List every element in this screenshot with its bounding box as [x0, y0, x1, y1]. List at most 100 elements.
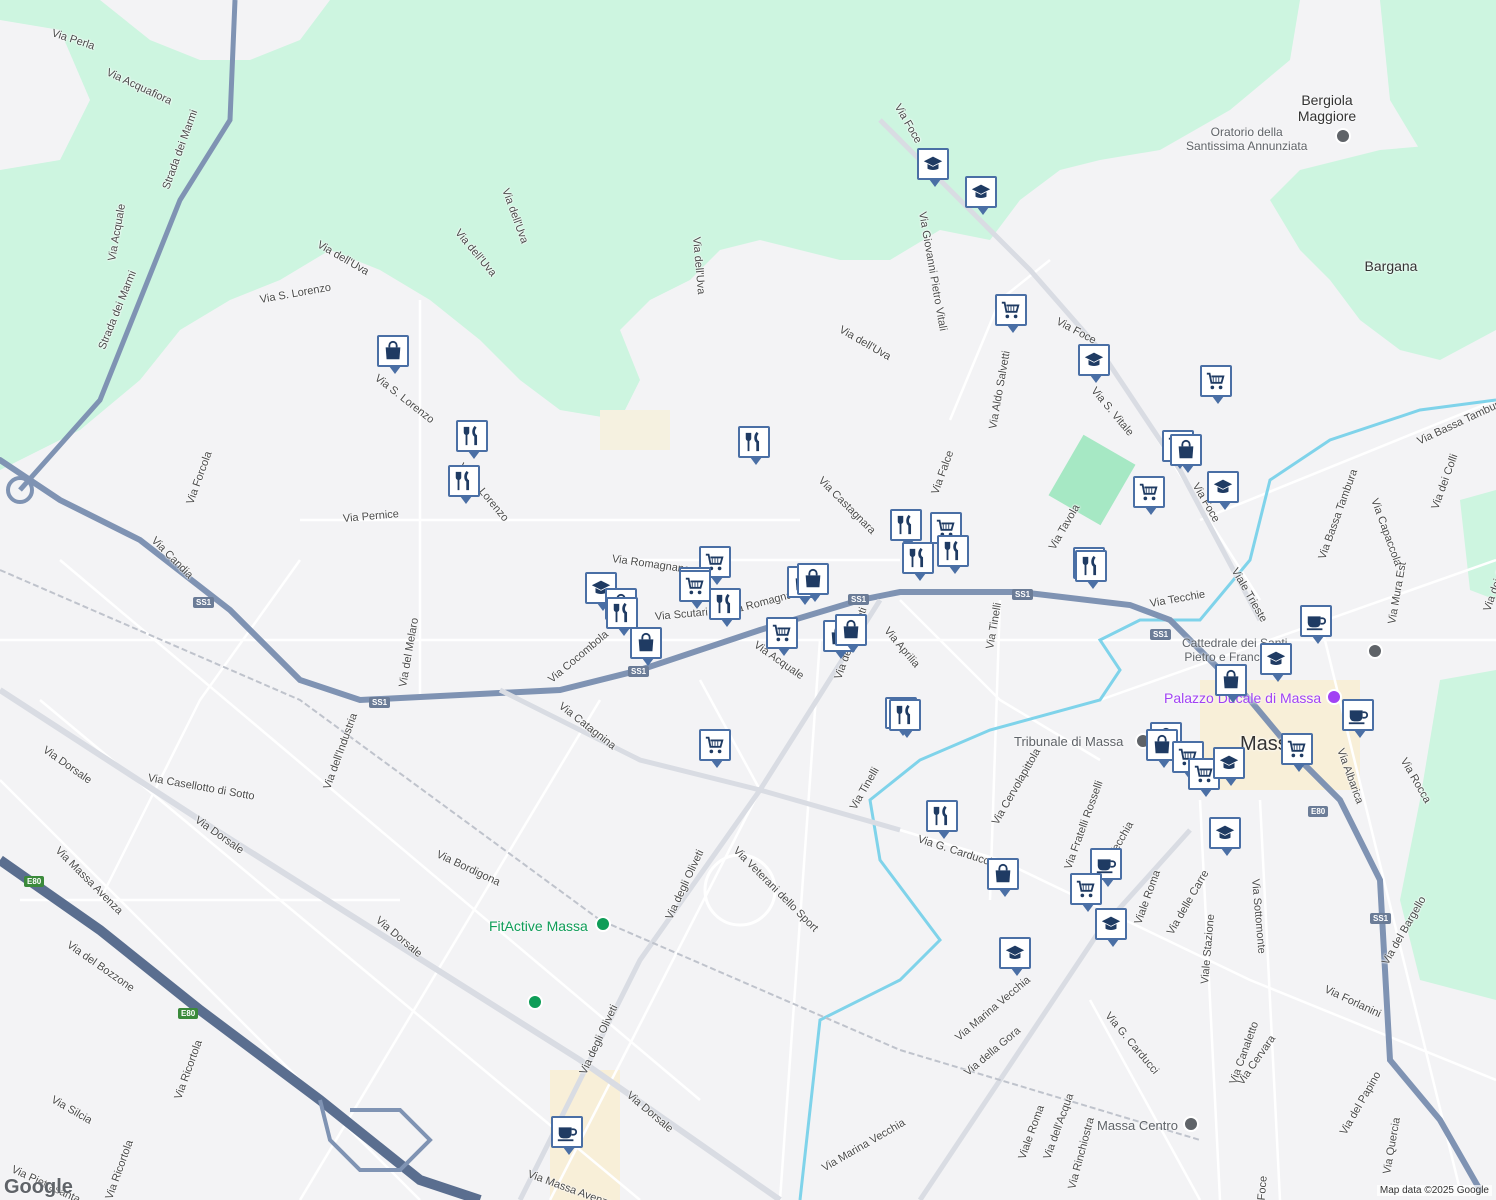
road-shield: SS1	[1370, 913, 1392, 924]
map-marker[interactable]	[987, 858, 1019, 897]
map-marker[interactable]	[766, 617, 798, 656]
place-label: Bargana	[1364, 258, 1418, 274]
school-icon	[922, 153, 944, 175]
map-marker[interactable]	[926, 800, 958, 839]
cafe-icon	[1347, 704, 1369, 726]
cafe-icon	[556, 1121, 578, 1143]
map-marker[interactable]	[1207, 471, 1239, 510]
cart-icon	[1205, 370, 1227, 392]
cart-icon	[1286, 738, 1308, 760]
poi-dot[interactable]	[1183, 1116, 1199, 1132]
map-marker[interactable]	[630, 627, 662, 666]
restaurant-icon	[461, 425, 483, 447]
school-icon	[1004, 942, 1026, 964]
road-shield: E80	[178, 1008, 199, 1019]
restaurant-icon	[611, 602, 633, 624]
map-marker[interactable]	[797, 563, 829, 602]
poi-label[interactable]: Massa Centro	[1097, 1118, 1178, 1133]
map-canvas[interactable]: Via Perla Via Acquafiora Strada dei Marmi S…	[0, 0, 1496, 1200]
map-marker[interactable]	[1095, 908, 1127, 947]
park-area	[1380, 0, 1496, 150]
map-marker[interactable]	[606, 597, 638, 636]
restaurant-icon	[743, 431, 765, 453]
poi-dot[interactable]	[1367, 643, 1383, 659]
poi-label[interactable]: FitActive Massa	[489, 918, 588, 934]
cart-icon	[771, 622, 793, 644]
park-area	[1400, 670, 1496, 1000]
map-marker[interactable]	[679, 570, 711, 609]
map-marker[interactable]	[902, 542, 934, 581]
school-icon	[970, 181, 992, 203]
highway-ss1	[0, 457, 1483, 1193]
restaurant-icon	[894, 704, 916, 726]
map-marker[interactable]	[1170, 434, 1202, 473]
road-shield: E80	[1308, 806, 1329, 817]
shopping-bag-icon	[992, 863, 1014, 885]
school-icon	[1214, 822, 1236, 844]
school-icon	[1265, 648, 1287, 670]
cart-icon	[1193, 763, 1215, 785]
map-marker[interactable]	[1300, 605, 1332, 644]
shopping-bag-icon	[840, 619, 862, 641]
restaurant-icon	[895, 514, 917, 536]
map-marker[interactable]	[835, 614, 867, 653]
map-marker[interactable]	[1200, 365, 1232, 404]
poi-dot[interactable]	[527, 994, 543, 1010]
cart-icon	[1075, 878, 1097, 900]
cart-icon	[704, 734, 726, 756]
poi-dot[interactable]	[595, 916, 611, 932]
road-shield: E80	[24, 876, 45, 887]
map-marker[interactable]	[699, 729, 731, 768]
map-marker[interactable]	[1075, 550, 1107, 589]
place-label: Bergiola Maggiore	[1297, 92, 1357, 124]
road-shield: SS1	[1012, 589, 1034, 600]
shopping-bag-icon	[635, 632, 657, 654]
map-marker[interactable]	[917, 148, 949, 187]
restaurant-icon	[453, 470, 475, 492]
shopping-bag-icon	[1220, 669, 1242, 691]
school-icon	[1100, 913, 1122, 935]
map-marker[interactable]	[1070, 873, 1102, 912]
map-marker[interactable]	[738, 426, 770, 465]
poi-label[interactable]: Tribunale di Massa	[1014, 734, 1123, 749]
restaurant-icon	[714, 593, 736, 615]
map-marker[interactable]	[1260, 643, 1292, 682]
map-marker[interactable]	[890, 509, 922, 548]
shopping-bag-icon	[382, 340, 404, 362]
map-marker[interactable]	[889, 699, 921, 738]
poi-dot[interactable]	[1326, 689, 1342, 705]
road-shield: SS1	[193, 597, 215, 608]
map-marker[interactable]	[1281, 733, 1313, 772]
school-icon	[1212, 476, 1234, 498]
poi-dot[interactable]	[1335, 128, 1351, 144]
map-marker[interactable]	[1078, 344, 1110, 383]
map-marker[interactable]	[1133, 476, 1165, 515]
map-marker[interactable]	[995, 294, 1027, 333]
sports-field	[1048, 434, 1136, 526]
shopping-bag-icon	[1151, 734, 1173, 756]
map-marker[interactable]	[965, 176, 997, 215]
map-marker[interactable]	[1209, 817, 1241, 856]
road-shield: SS1	[628, 666, 650, 677]
map-marker[interactable]	[937, 535, 969, 574]
cart-icon	[684, 575, 706, 597]
cafe-icon	[1305, 610, 1327, 632]
stadium	[703, 853, 777, 927]
highway-e80	[0, 855, 482, 1200]
map-marker[interactable]	[377, 335, 409, 374]
google-logo: Google	[4, 1176, 73, 1198]
poi-label[interactable]: Oratorio della Santissima Annunziata	[1186, 125, 1307, 153]
map-marker[interactable]	[456, 420, 488, 459]
map-marker[interactable]	[1342, 699, 1374, 738]
map-attribution[interactable]: Map data ©2025 Google	[1376, 1185, 1492, 1196]
restaurant-icon	[907, 547, 929, 569]
road-shield: SS1	[848, 594, 870, 605]
map-marker[interactable]	[1215, 664, 1247, 703]
road-shield: SS1	[369, 697, 391, 708]
restaurant-icon	[942, 540, 964, 562]
map-marker[interactable]	[999, 937, 1031, 976]
map-marker[interactable]	[448, 465, 480, 504]
map-marker[interactable]	[551, 1116, 583, 1155]
map-marker[interactable]	[1213, 747, 1245, 786]
map-marker[interactable]	[709, 588, 741, 627]
